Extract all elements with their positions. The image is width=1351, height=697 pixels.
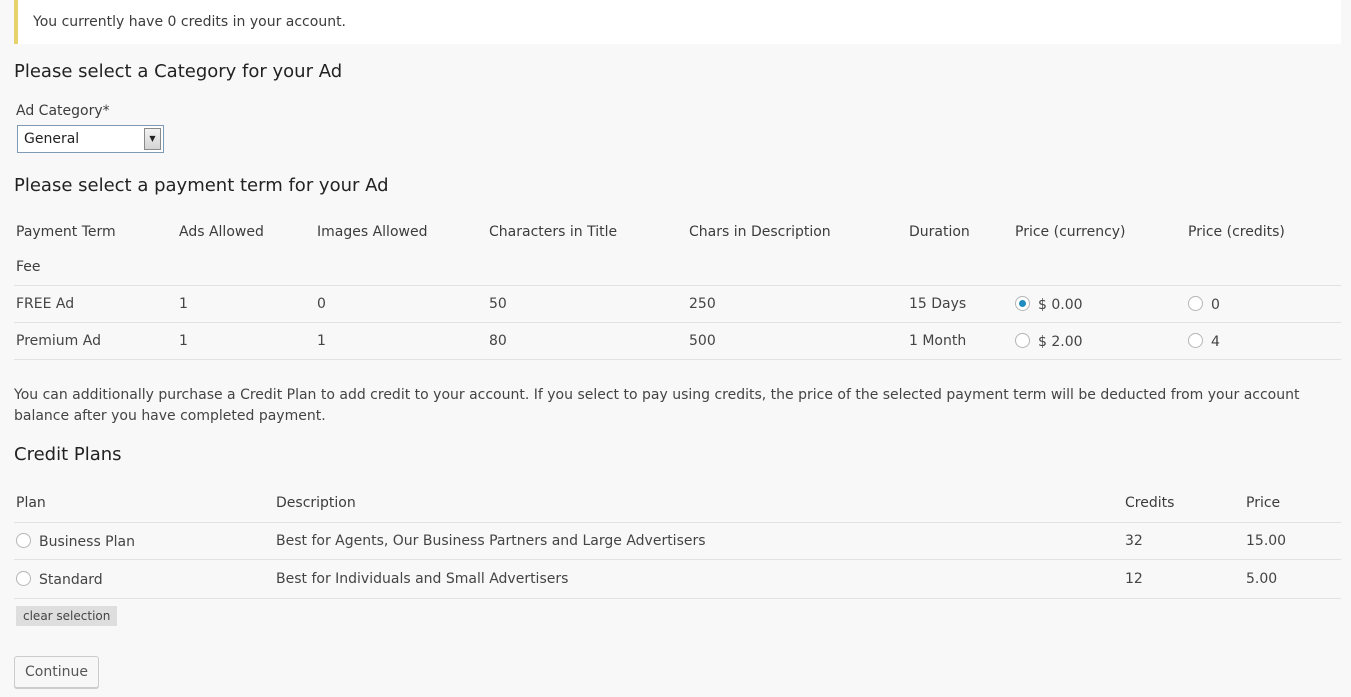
table-row: Premium Ad 1 1 80 500 1 Month $ 2.00 4	[14, 322, 1341, 360]
category-heading: Please select a Category for your Ad	[14, 61, 343, 82]
payment-term-table: Payment Term Ads Allowed Images Allowed …	[14, 214, 1341, 360]
col-ads-allowed: Ads Allowed	[179, 223, 264, 240]
title-chars: 50	[487, 285, 687, 323]
table-row: Business Plan Best for Agents, Our Busin…	[14, 522, 1341, 560]
col-payment-term: Payment Term	[16, 223, 116, 240]
fee-group-row: Fee	[14, 249, 1341, 286]
table-row: Standard Best for Individuals and Small …	[14, 559, 1341, 599]
price-currency-radio[interactable]	[1015, 332, 1030, 348]
ads-allowed: 1	[177, 322, 315, 360]
fee-label: Fee	[16, 259, 41, 275]
table-row: FREE Ad 1 0 50 250 15 Days $ 0.00 0	[14, 285, 1341, 323]
plan-radio[interactable]	[16, 570, 31, 586]
ads-allowed: 1	[177, 285, 315, 323]
col-credits: Credits	[1125, 495, 1175, 511]
desc-chars: 250	[687, 285, 907, 323]
price-credits: 0	[1211, 296, 1220, 313]
plan-price: 5.00	[1244, 559, 1341, 599]
payment-term-heading: Please select a payment term for your Ad	[14, 175, 389, 196]
col-characters-in-title: Characters in Title	[489, 223, 618, 240]
term-name: Premium Ad	[14, 322, 177, 360]
credits-notice: You currently have 0 credits in your acc…	[14, 0, 1341, 44]
price-currency-cell: $ 0.00	[1013, 285, 1186, 323]
price-credits-radio[interactable]	[1188, 332, 1203, 348]
price-currency-cell: $ 2.00	[1013, 322, 1186, 360]
price-credits-cell: 4	[1186, 322, 1341, 360]
images-allowed: 0	[315, 285, 487, 323]
plan-description: Best for Agents, Our Business Partners a…	[274, 522, 1123, 560]
col-price-credits: Price (credits)	[1188, 223, 1285, 240]
plan-radio[interactable]	[16, 532, 31, 548]
col-chars-in-description: Chars in Description	[689, 223, 831, 240]
duration: 15 Days	[907, 285, 1013, 323]
chevron-down-icon[interactable]: ▼	[144, 128, 161, 150]
clear-selection-button[interactable]: clear selection	[16, 606, 118, 626]
price-credits-radio[interactable]	[1188, 295, 1203, 311]
plan-credits: 12	[1123, 559, 1244, 599]
price-currency-radio[interactable]	[1015, 295, 1030, 311]
credit-plans-heading: Credit Plans	[14, 444, 122, 465]
plan-description: Best for Individuals and Small Advertise…	[274, 559, 1123, 599]
col-duration: Duration	[909, 223, 970, 240]
credit-plans-header-row: Plan Description Credits Price	[14, 484, 1341, 523]
ad-category-select[interactable]: General ▼	[17, 125, 164, 153]
duration: 1 Month	[907, 322, 1013, 360]
images-allowed: 1	[315, 322, 487, 360]
price-currency: $ 2.00	[1038, 333, 1083, 350]
price-currency: $ 0.00	[1038, 296, 1083, 313]
plan-name: Standard	[39, 571, 103, 588]
col-description: Description	[276, 495, 356, 511]
title-chars: 80	[487, 322, 687, 360]
col-plan: Plan	[16, 495, 46, 511]
desc-chars: 500	[687, 322, 907, 360]
price-credits-cell: 0	[1186, 285, 1341, 323]
payment-term-header-row: Payment Term Ads Allowed Images Allowed …	[14, 214, 1341, 249]
plan-cell: Business Plan	[14, 522, 274, 560]
credit-plans-table: Plan Description Credits Price Business …	[14, 484, 1341, 599]
plan-cell: Standard	[14, 559, 274, 599]
col-price: Price	[1246, 495, 1281, 511]
term-name: FREE Ad	[14, 285, 177, 323]
ad-category-label: Ad Category*	[16, 103, 110, 119]
continue-button[interactable]: Continue	[14, 656, 99, 688]
col-price-currency: Price (currency)	[1015, 223, 1126, 240]
plan-name: Business Plan	[39, 533, 135, 550]
plan-credits: 32	[1123, 522, 1244, 560]
ad-category-value: General	[24, 131, 80, 147]
credit-plan-info-text: You can additionally purchase a Credit P…	[14, 387, 1300, 424]
col-images-allowed: Images Allowed	[317, 223, 428, 240]
plan-price: 15.00	[1244, 522, 1341, 560]
price-credits: 4	[1211, 333, 1220, 350]
